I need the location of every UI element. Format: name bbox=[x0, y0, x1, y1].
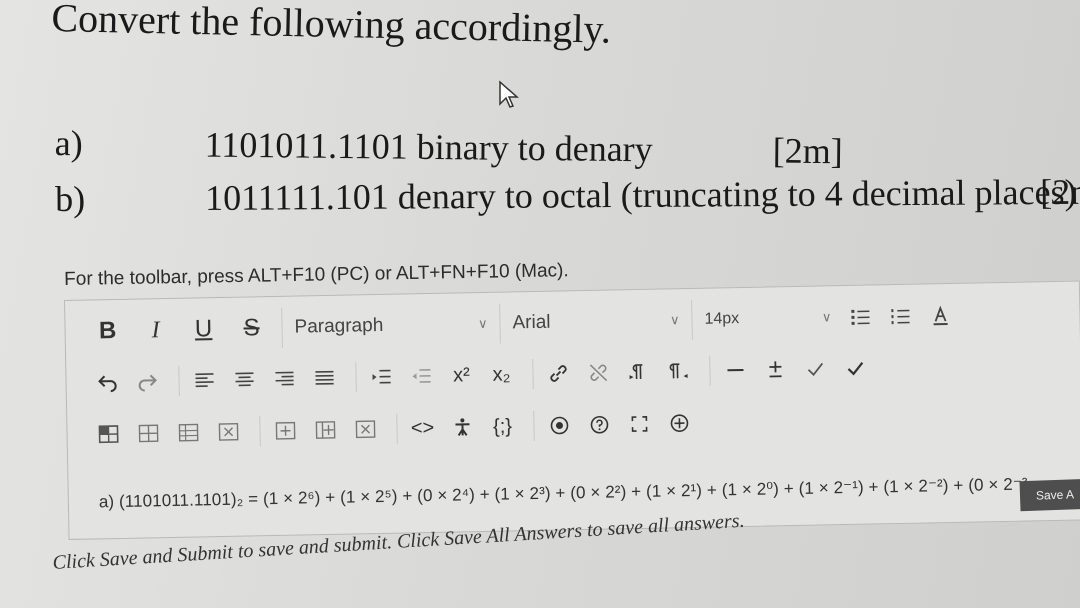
toolbar-divider bbox=[532, 359, 534, 390]
help-icon[interactable] bbox=[582, 407, 617, 442]
toolbar-hint: For the toolbar, press ALT+F10 (PC) or A… bbox=[64, 260, 569, 290]
underline-button[interactable]: U bbox=[185, 312, 222, 347]
align-right-icon[interactable] bbox=[267, 361, 302, 396]
toolbar-row-3: <> {;} bbox=[67, 393, 1080, 456]
font-family-select[interactable]: Arial ∨ bbox=[499, 299, 692, 344]
undo-icon[interactable] bbox=[90, 365, 125, 400]
subscript-button[interactable]: x₂ bbox=[484, 357, 519, 392]
editor-content[interactable]: a) (1101011.1101)₂ = (1 × 2⁶) + (1 × 2⁵)… bbox=[99, 475, 1028, 513]
spellcheck-icon[interactable] bbox=[798, 351, 833, 386]
save-all-answers-button[interactable]: Save A bbox=[1019, 478, 1080, 512]
mouse-cursor-icon bbox=[499, 80, 519, 108]
toolbar-divider bbox=[533, 410, 535, 442]
source-code-button[interactable]: <> bbox=[405, 411, 440, 446]
table-properties-icon[interactable] bbox=[131, 416, 166, 451]
font-size-select-value: 14px bbox=[704, 310, 740, 328]
delete-table-icon[interactable] bbox=[211, 415, 246, 450]
rich-text-editor[interactable]: B I U S Paragraph ∨ Arial ∨ 14px ∨ x² x₂… bbox=[64, 280, 1080, 540]
toolbar-divider bbox=[259, 416, 261, 447]
toolbar-divider bbox=[355, 362, 357, 393]
link-icon[interactable] bbox=[541, 356, 576, 391]
bold-button[interactable]: B bbox=[89, 314, 126, 349]
outdent-icon[interactable] bbox=[404, 359, 439, 394]
paragraph-select-value: Paragraph bbox=[294, 314, 384, 338]
insert-row-icon[interactable] bbox=[268, 413, 303, 448]
paragraph-select[interactable]: Paragraph ∨ bbox=[281, 303, 500, 348]
align-left-icon[interactable] bbox=[187, 363, 222, 398]
toolbar-divider bbox=[709, 355, 711, 386]
chevron-down-icon: ∨ bbox=[477, 315, 488, 332]
numbered-list-icon[interactable] bbox=[883, 299, 918, 334]
add-content-icon[interactable] bbox=[662, 406, 697, 441]
horizontal-line-icon[interactable] bbox=[718, 353, 753, 388]
fullscreen-icon[interactable] bbox=[622, 407, 657, 442]
indent-icon[interactable] bbox=[364, 360, 399, 395]
align-center-icon[interactable] bbox=[227, 362, 262, 397]
question-title: Convert the following accordingly. bbox=[51, 0, 612, 52]
code-sample-button[interactable]: {;} bbox=[485, 409, 520, 444]
question-letter: b) bbox=[55, 178, 86, 219]
plus-minus-icon[interactable] bbox=[758, 352, 793, 387]
redo-icon[interactable] bbox=[130, 364, 165, 399]
font-size-select[interactable]: 14px ∨ bbox=[691, 297, 844, 340]
page: Convert the following accordingly. a) 11… bbox=[0, 0, 1080, 608]
bullet-list-icon[interactable] bbox=[843, 299, 878, 334]
ltr-direction-icon[interactable] bbox=[621, 355, 656, 390]
question-text: 1011111.101 denary to octal (truncating … bbox=[205, 171, 1077, 218]
insert-table-icon[interactable] bbox=[91, 417, 126, 452]
question-letter: a) bbox=[54, 122, 83, 164]
preview-icon[interactable] bbox=[542, 408, 577, 443]
question-item-b: b) 1011111.101 denary to octal (truncati… bbox=[55, 171, 1080, 226]
question-marks: [2m] bbox=[772, 130, 843, 172]
font-family-select-value: Arial bbox=[512, 311, 551, 334]
toolbar-divider bbox=[396, 413, 398, 444]
superscript-button[interactable]: x² bbox=[444, 358, 479, 393]
question-marks: [2m bbox=[1039, 171, 1080, 213]
toolbar-divider bbox=[178, 365, 180, 396]
text-color-icon[interactable] bbox=[923, 298, 958, 333]
table-row-icon[interactable] bbox=[171, 415, 206, 450]
align-justify-icon[interactable] bbox=[307, 361, 342, 396]
strikethrough-button[interactable]: S bbox=[233, 311, 270, 346]
special-character-icon[interactable] bbox=[445, 410, 480, 445]
chevron-down-icon: ∨ bbox=[821, 309, 832, 325]
rtl-direction-icon[interactable] bbox=[661, 354, 696, 389]
delete-cell-icon[interactable] bbox=[348, 412, 383, 447]
unlink-icon[interactable] bbox=[581, 355, 616, 390]
chevron-down-icon: ∨ bbox=[669, 312, 680, 328]
question-text: 1101011.1101 binary to denary bbox=[204, 124, 653, 170]
italic-button[interactable]: I bbox=[137, 313, 174, 348]
checkmark-icon[interactable] bbox=[838, 350, 873, 385]
insert-column-icon[interactable] bbox=[308, 413, 343, 448]
